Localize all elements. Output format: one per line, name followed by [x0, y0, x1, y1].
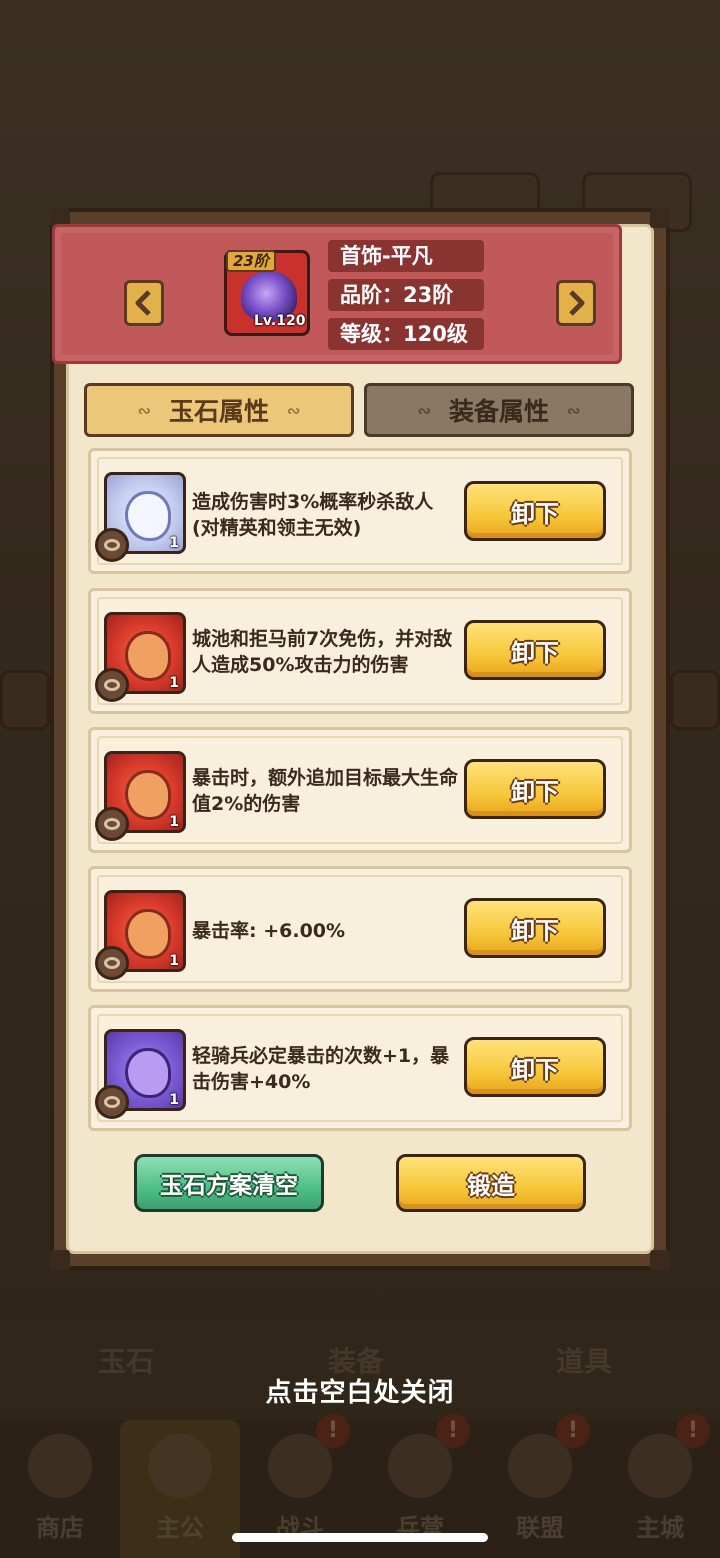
gem-description: 暴击率: +6.00% — [192, 920, 346, 942]
lock-icon — [95, 668, 129, 702]
cloud-ornament-icon: ∾ — [417, 400, 431, 420]
red-jade-icon — [125, 770, 171, 820]
corner-ornament — [650, 208, 670, 228]
gem-count: 1 — [169, 675, 179, 691]
close-hint: 点击空白处关闭 — [265, 1378, 455, 1408]
cloud-ornament-icon: ∾ — [137, 400, 151, 420]
unequip-button[interactable]: 卸下 — [464, 759, 606, 819]
gem-count: 1 — [169, 953, 179, 969]
corner-ornament — [50, 1250, 70, 1270]
cloud-ornament-icon: ∾ — [567, 400, 581, 420]
gem-description: 造成伤害时3%概率秒杀敌人(对精英和领主无效) — [192, 491, 434, 539]
tab-label: 装备属性 — [448, 397, 549, 426]
item-tier-badge: 23阶 — [226, 250, 276, 272]
lock-icon — [95, 1085, 129, 1119]
cloud-ornament-icon: ∾ — [287, 400, 301, 420]
gem-description: 暴击时，额外追加目标最大生命值2%的伤害 — [192, 767, 459, 815]
unequip-button[interactable]: 卸下 — [464, 481, 606, 541]
item-level: 等级：120级 — [328, 318, 484, 350]
gem-description: 城池和拒马前7次免伤，并对敌人造成50%攻击力的伤害 — [192, 628, 453, 676]
tab-equipment-attributes[interactable]: ∾ 装备属性 ∾ — [364, 383, 634, 437]
item-level-badge: Lv.120 — [254, 313, 306, 329]
chevron-right-icon — [569, 290, 585, 316]
corner-ornament — [650, 1250, 670, 1270]
gem-description: 轻骑兵必定暴击的次数+1，暴击伤害+40% — [192, 1045, 450, 1093]
home-indicator — [232, 1533, 488, 1542]
item-quality: 品阶：23阶 — [328, 279, 484, 311]
chevron-left-icon — [135, 290, 151, 316]
tab-label: 玉石属性 — [168, 397, 269, 426]
white-jade-icon — [125, 491, 171, 541]
gem-count: 1 — [169, 1092, 179, 1108]
gem-count: 1 — [169, 535, 179, 551]
lock-icon — [95, 946, 129, 980]
clear-gem-plan-button[interactable]: 玉石方案清空 — [134, 1154, 324, 1212]
unequip-button[interactable]: 卸下 — [464, 898, 606, 958]
tab-gem-attributes[interactable]: ∾ 玉石属性 ∾ — [84, 383, 354, 437]
red-jade-icon — [125, 631, 171, 681]
forge-button[interactable]: 锻造 — [396, 1154, 586, 1212]
item-name: 首饰-平凡 — [328, 240, 484, 272]
gem-count: 1 — [169, 814, 179, 830]
prev-item-button[interactable] — [124, 280, 164, 326]
lock-icon — [95, 807, 129, 841]
lock-icon — [95, 528, 129, 562]
next-item-button[interactable] — [556, 280, 596, 326]
red-jade-icon — [125, 909, 171, 959]
purple-jade-icon — [125, 1048, 171, 1098]
unequip-button[interactable]: 卸下 — [464, 620, 606, 680]
unequip-button[interactable]: 卸下 — [464, 1037, 606, 1097]
